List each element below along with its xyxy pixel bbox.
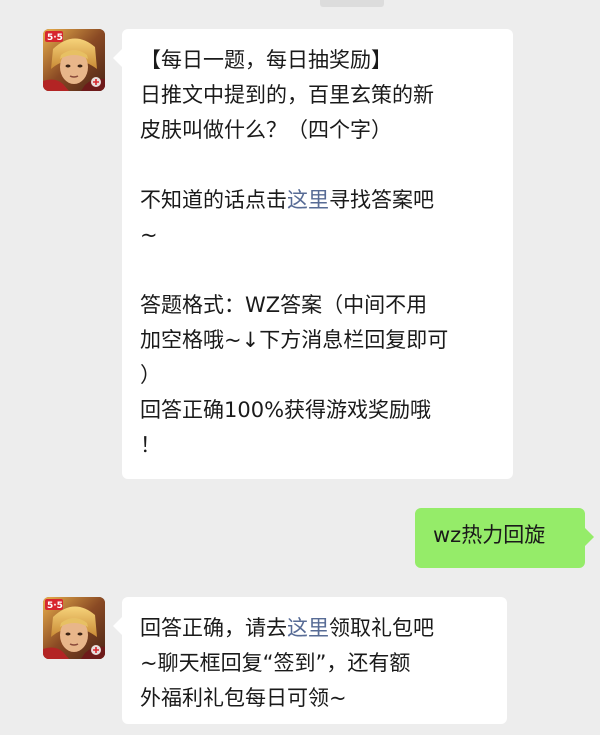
message-text-line: 外福利礼包每日可领~ xyxy=(140,686,347,710)
message-text-line: ） xyxy=(140,363,161,387)
sender-avatar[interactable]: 5·5 xyxy=(43,597,105,659)
message-text-line: 回答正确100%获得游戏奖励哦 xyxy=(140,398,432,422)
game-hero-avatar-icon: 5·5 xyxy=(43,29,105,91)
message-text-line: 日推文中提到的，百里玄策的新 xyxy=(140,83,434,107)
incoming-message-bubble[interactable]: 回答正确，请去这里领取礼包吧 ~聊天框回复“签到”，还有额 外福利礼包每日可领~ xyxy=(113,597,507,724)
game-hero-avatar-icon: 5·5 xyxy=(43,597,105,659)
message-text: 领取礼包吧 xyxy=(329,616,434,640)
message-text-line: 【每日一题，每日抽奖励】 xyxy=(140,48,392,72)
message-text-line: 加空格哦~↓下方消息栏回复即可 xyxy=(140,328,449,352)
message-text: 寻找答案吧 xyxy=(329,188,434,212)
message-text-line: 不知道的话点击这里寻找答案吧 xyxy=(140,183,497,218)
message-text-line: wz热力回旋 xyxy=(433,523,546,547)
svg-text:5·5: 5·5 xyxy=(47,601,63,611)
previous-message-stub xyxy=(320,0,384,7)
message-text-line: ！ xyxy=(140,433,161,457)
message-text-line: 答题格式：WZ答案（中间不用 xyxy=(140,293,428,317)
incoming-message-bubble[interactable]: 【每日一题，每日抽奖励】 日推文中提到的，百里玄策的新 皮肤叫做什么？（四个字）… xyxy=(113,29,513,479)
message-text-line: 皮肤叫做什么？（四个字） xyxy=(140,118,392,142)
answer-link[interactable]: 这里 xyxy=(287,188,329,212)
sender-avatar[interactable]: 5·5 xyxy=(43,29,105,91)
message-text: 回答正确，请去 xyxy=(140,616,287,640)
svg-text:5·5: 5·5 xyxy=(47,33,63,43)
message-text: 不知道的话点击 xyxy=(140,188,287,212)
message-text-line: ~聊天框回复“签到”，还有额 xyxy=(140,651,411,675)
gift-link[interactable]: 这里 xyxy=(287,616,329,640)
outgoing-message-bubble[interactable]: wz热力回旋 xyxy=(415,508,594,568)
message-text-line: 回答正确，请去这里领取礼包吧 xyxy=(140,611,491,646)
message-text-line: ~ xyxy=(140,223,158,247)
